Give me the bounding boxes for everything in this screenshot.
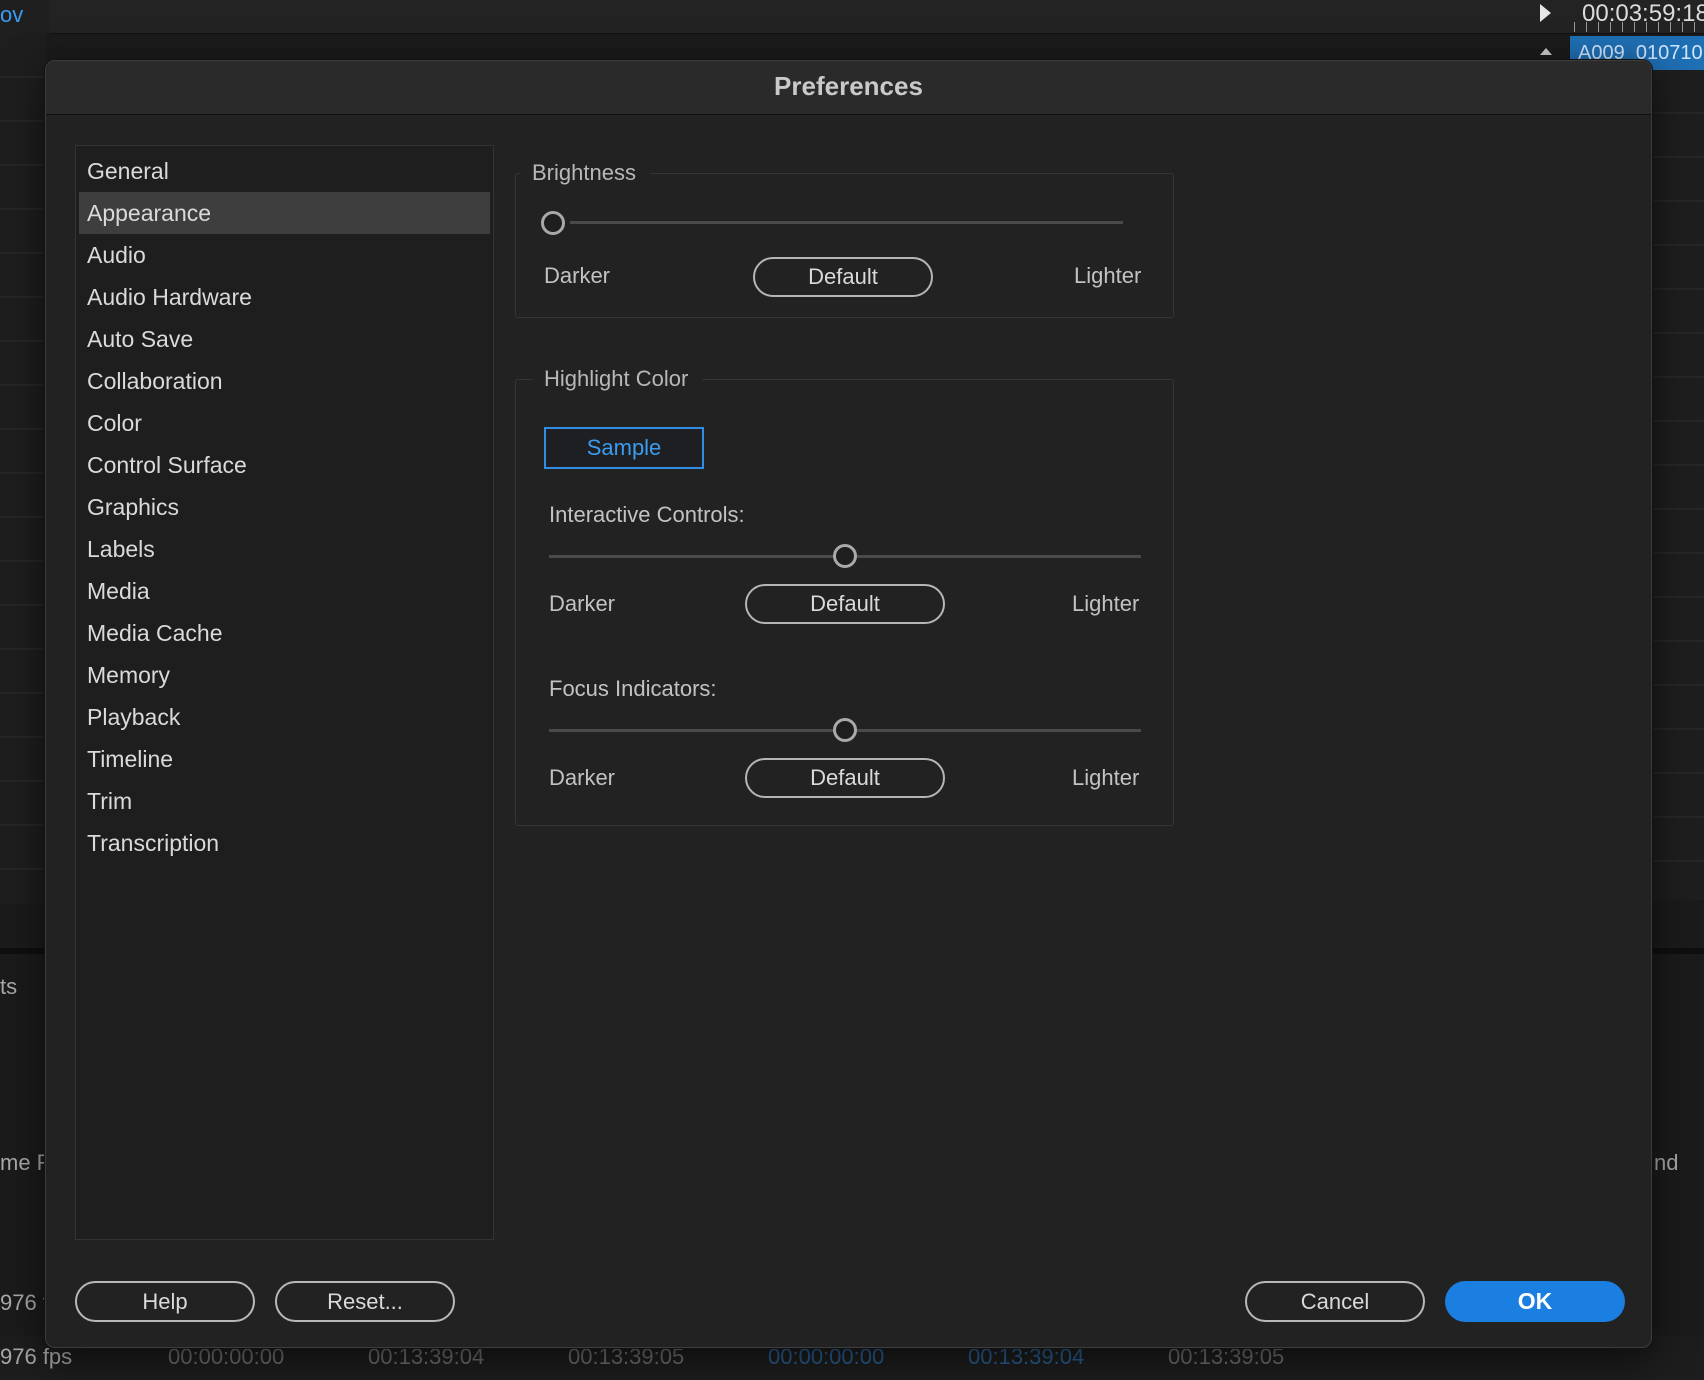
focus-indicators-darker-label: Darker: [549, 765, 616, 790]
category-item-media[interactable]: Media: [79, 570, 490, 612]
category-item-control-surface[interactable]: Control Surface: [79, 444, 490, 486]
category-item-memory[interactable]: Memory: [79, 654, 490, 696]
category-item-collaboration[interactable]: Collaboration: [79, 360, 490, 402]
left-panel-rows: [0, 34, 46, 904]
bg-side-label: ts: [0, 974, 18, 999]
interactive-controls-lighter-label: Lighter: [1072, 591, 1140, 616]
interactive-controls-darker-label: Darker: [549, 591, 616, 616]
category-item-auto-save[interactable]: Auto Save: [79, 318, 490, 360]
category-item-labels[interactable]: Labels: [79, 528, 490, 570]
bg-side-label: 976 f: [0, 1290, 49, 1315]
brightness-default-button[interactable]: Default: [753, 257, 933, 297]
brightness-lighter-label: Lighter: [1074, 263, 1142, 288]
cancel-button[interactable]: Cancel: [1245, 1281, 1425, 1322]
focus-indicators-slider-thumb[interactable]: [833, 718, 857, 742]
bg-side-label: nd: [1654, 1150, 1679, 1175]
preferences-dialog: Preferences General Appearance Audio Aud…: [45, 60, 1652, 1348]
category-list[interactable]: General Appearance Audio Audio Hardware …: [75, 145, 494, 1240]
chevron-up-icon[interactable]: [1540, 48, 1552, 55]
ok-button[interactable]: OK: [1445, 1281, 1625, 1322]
category-item-general[interactable]: General: [79, 150, 490, 192]
time-ruler: [1574, 22, 1704, 32]
category-item-graphics[interactable]: Graphics: [79, 486, 490, 528]
category-item-transcription[interactable]: Transcription: [79, 822, 490, 864]
focus-indicators-label: Focus Indicators:: [549, 676, 717, 701]
brightness-group-title: Brightness: [520, 160, 650, 186]
reset-button[interactable]: Reset...: [275, 1281, 455, 1322]
right-panel-rows: [1652, 70, 1704, 900]
interactive-controls-default-button[interactable]: Default: [745, 584, 945, 624]
category-item-audio-hardware[interactable]: Audio Hardware: [79, 276, 490, 318]
category-item-color[interactable]: Color: [79, 402, 490, 444]
interactive-controls-slider-thumb[interactable]: [833, 544, 857, 568]
help-button[interactable]: Help: [75, 1281, 255, 1322]
highlight-color-group-title: Highlight Color: [532, 366, 703, 392]
highlight-sample-button[interactable]: Sample: [544, 427, 704, 469]
brightness-slider-thumb[interactable]: [541, 211, 565, 235]
brightness-slider-track[interactable]: [570, 221, 1123, 224]
dialog-title-bar[interactable]: Preferences: [46, 61, 1651, 115]
category-item-timeline[interactable]: Timeline: [79, 738, 490, 780]
category-item-playback[interactable]: Playback: [79, 696, 490, 738]
brightness-darker-label: Darker: [544, 263, 611, 288]
focus-indicators-lighter-label: Lighter: [1072, 765, 1140, 790]
category-item-trim[interactable]: Trim: [79, 780, 490, 822]
project-tab-text[interactable]: ov: [0, 2, 23, 28]
app-top-bar: [0, 0, 1704, 34]
interactive-controls-label: Interactive Controls:: [549, 502, 745, 527]
play-icon[interactable]: [1540, 4, 1551, 22]
dialog-title: Preferences: [774, 71, 923, 101]
focus-indicators-default-button[interactable]: Default: [745, 758, 945, 798]
category-item-appearance[interactable]: Appearance: [79, 192, 490, 234]
category-item-audio[interactable]: Audio: [79, 234, 490, 276]
category-item-media-cache[interactable]: Media Cache: [79, 612, 490, 654]
